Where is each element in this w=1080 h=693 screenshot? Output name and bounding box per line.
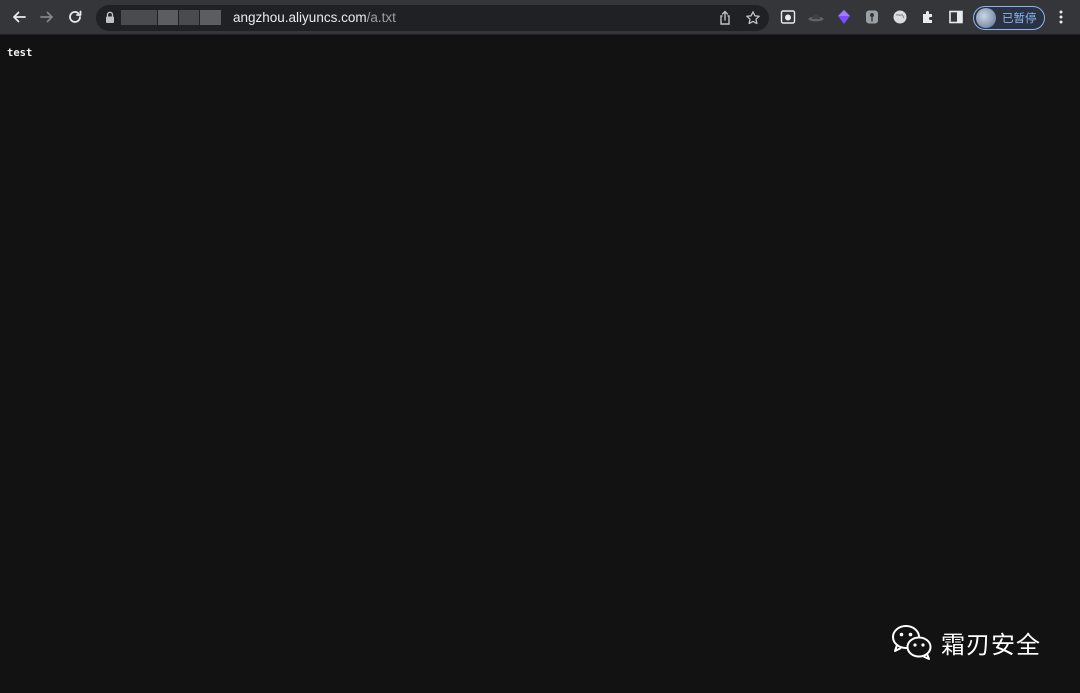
hat-icon — [808, 14, 824, 22]
extensions-button[interactable] — [917, 6, 939, 28]
forward-button[interactable] — [35, 5, 59, 29]
redacted-block — [179, 10, 199, 25]
redacted-block — [121, 10, 157, 25]
redacted-block — [158, 10, 178, 25]
camera-icon — [780, 10, 796, 24]
puzzle-icon — [923, 11, 932, 23]
page-content: test 霜刃安全 — [0, 35, 1080, 693]
url-path: /a.txt — [366, 10, 396, 25]
extension-key[interactable] — [861, 6, 883, 28]
browser-window: angzhou.aliyuncs.com/a.txt 已暂停 test 霜刃安全 — [0, 0, 1080, 693]
extension-purple[interactable] — [833, 6, 855, 28]
more-vertical-icon — [1059, 10, 1063, 24]
side-panel-icon — [949, 10, 963, 24]
avatar — [976, 8, 996, 28]
url-host: angzhou.aliyuncs.com — [233, 10, 367, 25]
bookmark-star-button[interactable] — [742, 7, 764, 29]
share-icon — [720, 10, 730, 25]
star-icon — [746, 11, 760, 25]
browser-toolbar: angzhou.aliyuncs.com/a.txt 已暂停 — [0, 0, 1080, 35]
redacted-block — [200, 10, 221, 25]
side-panel-button[interactable] — [945, 6, 967, 28]
arrow-right-icon — [40, 11, 53, 23]
extension-globe[interactable] — [889, 6, 911, 28]
wechat-icon — [892, 625, 932, 660]
browser-menu-button[interactable] — [1050, 6, 1072, 28]
profile-button[interactable]: 已暂停 — [973, 6, 1045, 30]
address-bar[interactable]: angzhou.aliyuncs.com/a.txt — [96, 5, 769, 31]
watermark: 霜刃安全 — [891, 624, 1041, 660]
back-button[interactable] — [7, 5, 31, 29]
profile-status-label: 已暂停 — [1002, 13, 1037, 25]
reload-button[interactable] — [63, 5, 87, 29]
url-text[interactable]: angzhou.aliyuncs.com/a.txt — [233, 9, 396, 27]
extension-screenshot[interactable] — [777, 6, 799, 28]
arrow-left-icon — [13, 11, 26, 23]
plain-text-content: test — [7, 47, 33, 59]
share-button[interactable] — [714, 7, 736, 29]
key-icon — [866, 10, 878, 24]
lock-icon[interactable] — [105, 11, 115, 24]
reload-icon — [69, 10, 82, 23]
extension-hat[interactable] — [805, 6, 827, 28]
watermark-text: 霜刃安全 — [941, 631, 1041, 659]
globe-icon — [893, 10, 907, 24]
diamond-icon — [838, 10, 850, 24]
